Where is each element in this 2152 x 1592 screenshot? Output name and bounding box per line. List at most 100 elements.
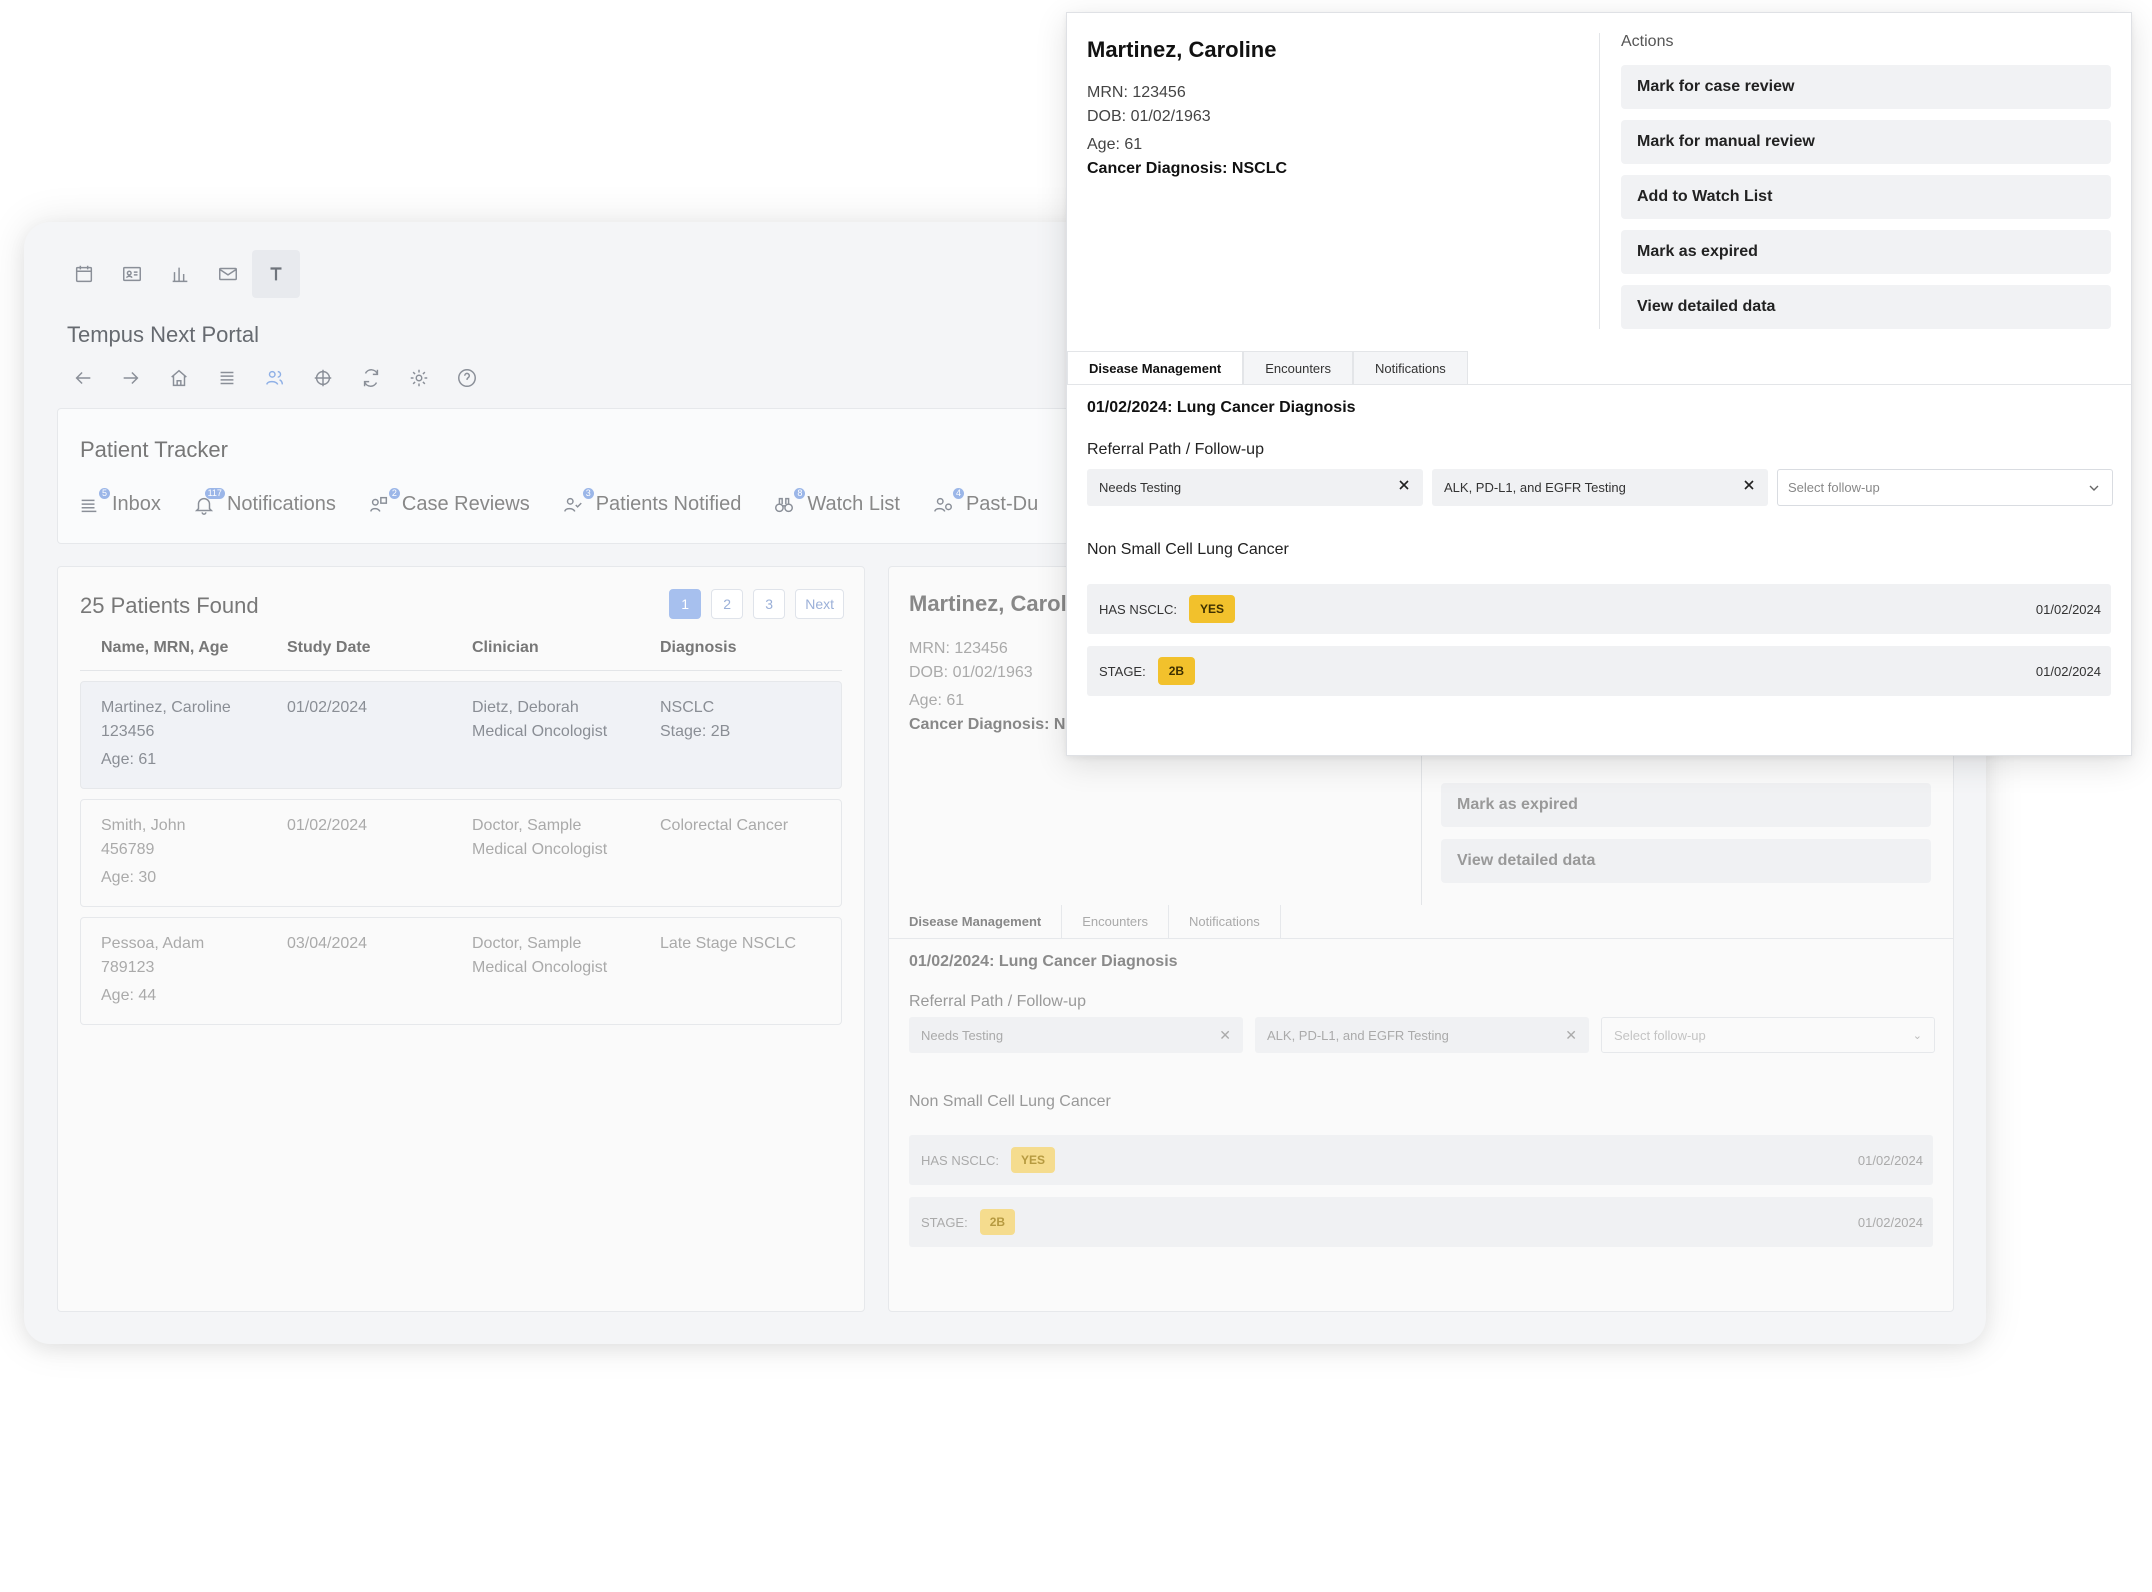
mark-manual-review-button[interactable]: Mark for manual review — [1621, 120, 2111, 164]
close-icon[interactable]: ✕ — [1565, 1027, 1577, 1044]
stage-pill: 2B — [979, 1209, 1016, 1235]
table-row[interactable]: Smith, John 456789 Age: 30 01/02/2024 Doct… — [80, 799, 842, 907]
patient-clock-icon: 4 — [932, 487, 964, 516]
mark-expired-button[interactable]: Mark as expired — [1621, 230, 2111, 274]
actions-title: Actions — [1621, 33, 1674, 50]
refresh-icon[interactable] — [355, 362, 387, 394]
column-header[interactable]: Diagnosis — [660, 639, 736, 657]
detail-mrn: MRN: 123456 — [909, 640, 1008, 657]
tab-disease-management[interactable]: Disease Management — [889, 905, 1063, 938]
popup-patient-name: Martinez, Caroline — [1087, 37, 1277, 62]
needs-testing-chip[interactable]: Needs Testing — [1087, 469, 1423, 506]
tab-notifications[interactable]: 117 Notifications — [193, 487, 336, 516]
detail-patient-name: Martinez, Caroli — [909, 591, 1073, 616]
tab-label: Inbox — [112, 493, 161, 515]
view-detailed-data-button[interactable]: View detailed data — [1621, 285, 2111, 329]
help-icon[interactable] — [451, 362, 483, 394]
mark-case-review-button[interactable]: Mark for case review — [1621, 65, 2111, 109]
tab-label: Notifications — [226, 493, 336, 515]
has-nsclc-row: HAS NSCLC: YES 01/02/2024 — [1087, 584, 2111, 634]
detail-diagnosis: Cancer Diagnosis: NS — [909, 716, 1077, 733]
patient-name: Martinez, Caroline — [101, 699, 231, 716]
clinician-role: Medical Oncologist — [472, 959, 608, 976]
chip-label: ALK, PD-L1, and EGFR Testing — [1267, 1027, 1449, 1043]
tab-inbox[interactable]: 5 Inbox — [78, 487, 161, 516]
tracker-title: Patient Tracker — [80, 437, 228, 462]
select-placeholder: Select follow-up — [1614, 1027, 1706, 1043]
column-header[interactable]: Clinician — [472, 639, 539, 657]
bell-icon: 117 — [193, 487, 225, 516]
chip-label: Needs Testing — [1099, 480, 1182, 495]
row-date: 01/02/2024 — [2035, 601, 2101, 617]
gear-icon[interactable] — [403, 362, 435, 394]
users-icon[interactable] — [259, 362, 291, 394]
table-row[interactable]: Pessoa, Adam 789123 Age: 44 03/04/2024 Doc… — [80, 917, 842, 1025]
detail-tabs: Disease Management Encounters Notificati… — [889, 905, 1953, 939]
page-1-button[interactable]: 1 — [669, 589, 702, 619]
popup-age: Age: 61 — [1087, 136, 1143, 153]
mail-icon[interactable] — [204, 250, 252, 298]
chip-label: ALK, PD-L1, and EGFR Testing — [1444, 480, 1626, 495]
binoculars-icon: 8 — [773, 487, 806, 516]
patient-detail-popup: Martinez, Caroline MRN: 123456 DOB: 01/0… — [1066, 12, 2132, 756]
tab-label: Case Reviews — [401, 493, 530, 515]
has-nsclc-row: HAS NSCLC: YES 01/02/2024 — [909, 1135, 1933, 1185]
testing-chip[interactable]: ALK, PD-L1, and EGFR Testing ✕ — [1255, 1017, 1589, 1053]
tab-watch-list[interactable]: 8 Watch List — [773, 487, 900, 516]
table-row[interactable]: Martinez, Caroline 123456 Age: 61 01/02/20… — [80, 681, 842, 789]
close-icon[interactable]: ✕ — [1219, 1027, 1231, 1044]
referral-label: Referral Path / Follow-up — [1087, 441, 1264, 458]
patient-mrn: 123456 — [101, 723, 155, 740]
tab-past-due[interactable]: 4 Past-Du — [932, 487, 1038, 516]
list-icon[interactable] — [211, 362, 243, 394]
patients-notified-badge: 3 — [582, 487, 594, 499]
detail-dob: DOB: 01/02/1963 — [909, 664, 1033, 681]
tab-case-reviews[interactable]: 2 Case Reviews — [368, 487, 530, 516]
nsclc-label: Non Small Cell Lung Cancer — [1087, 541, 1289, 558]
forward-arrow-icon[interactable] — [115, 362, 147, 394]
nav-toolbar — [67, 362, 483, 394]
popup-tabs: Disease Management Encounters Notificati… — [1067, 351, 2131, 385]
stage-pill: 2B — [1157, 657, 1196, 685]
clinician-role: Medical Oncologist — [472, 841, 608, 858]
add-watch-list-button[interactable]: Add to Watch List — [1621, 175, 2111, 219]
tab-disease-management[interactable]: Disease Management — [1067, 351, 1244, 384]
column-header[interactable]: Study Date — [287, 639, 371, 657]
mark-expired-button[interactable]: Mark as expired — [1441, 783, 1931, 827]
calendar-icon[interactable] — [60, 250, 108, 298]
past-due-badge: 4 — [952, 487, 964, 499]
watch-list-badge: 8 — [794, 487, 806, 499]
needs-testing-chip[interactable]: Needs Testing ✕ — [909, 1017, 1243, 1053]
page-2-button[interactable]: 2 — [711, 589, 744, 619]
back-arrow-icon[interactable] — [67, 362, 99, 394]
yes-pill: YES — [1011, 1147, 1056, 1173]
home-icon[interactable] — [163, 362, 195, 394]
view-detailed-data-button[interactable]: View detailed data — [1441, 839, 1931, 883]
inbox-icon: 5 — [78, 487, 110, 516]
row-date: 01/02/2024 — [1857, 1152, 1923, 1168]
text-icon[interactable] — [252, 250, 300, 298]
select-placeholder: Select follow-up — [1788, 480, 1880, 495]
next-page-button[interactable]: Next — [795, 589, 844, 619]
id-card-icon[interactable] — [108, 250, 156, 298]
popup-dob: DOB: 01/02/1963 — [1087, 108, 1211, 125]
follow-up-select[interactable]: Select follow-up ⌄ — [1601, 1017, 1935, 1053]
tab-notifications[interactable]: Notifications — [1169, 905, 1281, 938]
tab-notifications[interactable]: Notifications — [1353, 351, 1468, 384]
page-3-button[interactable]: 3 — [753, 589, 786, 619]
tab-label: Watch List — [807, 493, 900, 515]
tab-encounters[interactable]: Encounters — [1062, 905, 1169, 938]
tab-patients-notified[interactable]: 3 Patients Notified — [562, 487, 741, 516]
referral-label: Referral Path / Follow-up — [909, 993, 1086, 1010]
crosshair-icon[interactable] — [307, 362, 339, 394]
patient-mrn: 789123 — [101, 959, 155, 976]
column-header[interactable]: Name, MRN, Age — [101, 639, 228, 657]
bar-chart-icon[interactable] — [156, 250, 204, 298]
close-icon[interactable] — [1397, 478, 1411, 492]
chevron-down-icon: ⌄ — [1912, 1029, 1922, 1042]
follow-up-select[interactable]: Select follow-up — [1777, 469, 2113, 506]
tab-encounters[interactable]: Encounters — [1243, 351, 1353, 384]
yes-pill: YES — [1189, 595, 1236, 623]
testing-chip[interactable]: ALK, PD-L1, and EGFR Testing — [1432, 469, 1768, 506]
close-icon[interactable] — [1742, 478, 1756, 492]
